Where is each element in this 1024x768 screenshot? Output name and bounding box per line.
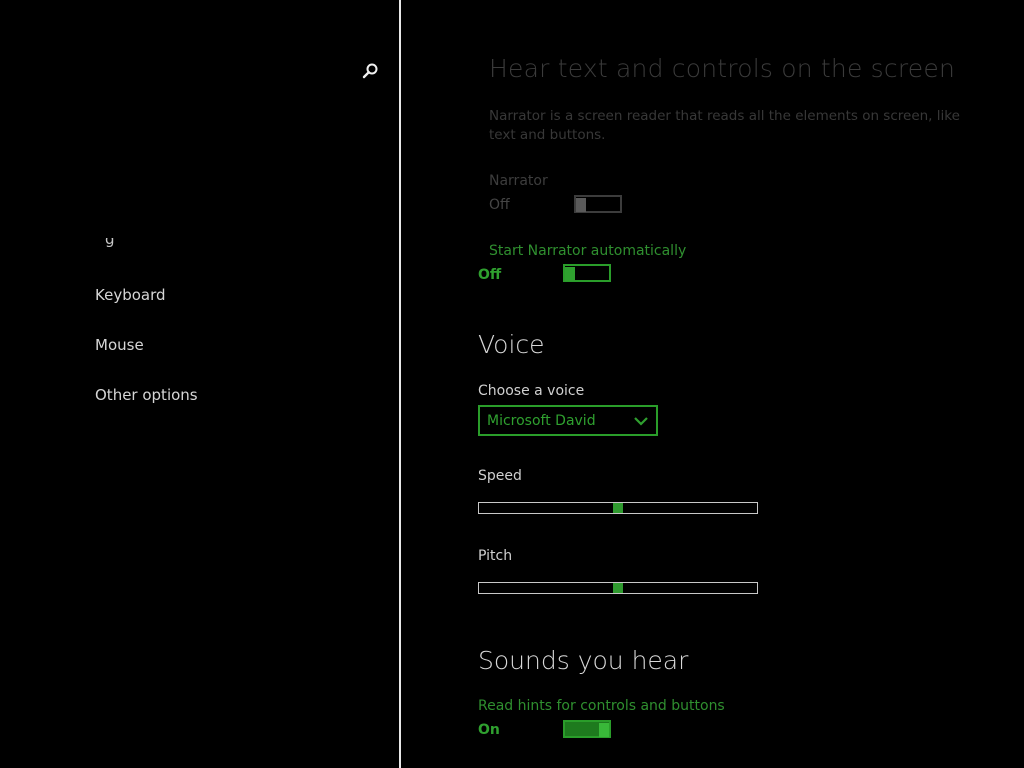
- pitch-slider[interactable]: [478, 582, 758, 594]
- start-narrator-auto-state: Off: [478, 267, 502, 283]
- speed-slider[interactable]: [478, 502, 758, 514]
- slider-thumb[interactable]: [613, 583, 623, 593]
- start-narrator-auto-toggle[interactable]: [563, 264, 611, 282]
- slider-thumb[interactable]: [613, 503, 623, 513]
- sidebar-item-mouse[interactable]: Mouse: [95, 336, 144, 354]
- narrator-toggle[interactable]: [574, 195, 622, 213]
- toggle-thumb: [599, 723, 609, 737]
- pitch-label: Pitch: [478, 548, 513, 564]
- speed-label: Speed: [478, 468, 522, 484]
- search-button[interactable]: [358, 58, 384, 84]
- sidebar-item-other-options[interactable]: Other options: [95, 386, 198, 404]
- voice-section-title: Voice: [478, 330, 545, 359]
- pc-settings-ease-of-access-narrator: g Keyboard Mouse Other options Hear text…: [0, 0, 1024, 768]
- narrator-description: Narrator is a screen reader that reads a…: [489, 108, 960, 143]
- toggle-thumb: [565, 267, 575, 281]
- choose-voice-label: Choose a voice: [478, 383, 585, 399]
- main-content: Hear text and controls on the screen Nar…: [401, 0, 1024, 768]
- read-hints-state: On: [478, 722, 500, 738]
- sidebar-item-partial[interactable]: g: [95, 238, 125, 252]
- sidebar-item-label: Other options: [95, 386, 198, 404]
- sidebar-item-label: Keyboard: [95, 286, 166, 304]
- sidebar-item-partial-label: g: [105, 238, 115, 248]
- voice-dropdown-value: Microsoft David: [487, 413, 596, 429]
- toggle-thumb: [576, 198, 586, 212]
- read-hints-label: Read hints for controls and buttons: [478, 698, 725, 714]
- sidebar: g Keyboard Mouse Other options: [0, 0, 401, 768]
- page-title: Hear text and controls on the screen: [489, 54, 955, 83]
- voice-dropdown[interactable]: Microsoft David: [478, 405, 658, 436]
- sidebar-item-label: Mouse: [95, 336, 144, 354]
- sounds-section-title: Sounds you hear: [478, 646, 689, 675]
- narrator-label: Narrator: [489, 173, 548, 189]
- start-narrator-auto-label: Start Narrator automatically: [489, 243, 687, 259]
- search-icon: [362, 63, 378, 79]
- read-hints-toggle[interactable]: [563, 720, 611, 738]
- sidebar-item-keyboard[interactable]: Keyboard: [95, 286, 166, 304]
- chevron-down-icon: [634, 417, 648, 426]
- narrator-state: Off: [489, 197, 510, 213]
